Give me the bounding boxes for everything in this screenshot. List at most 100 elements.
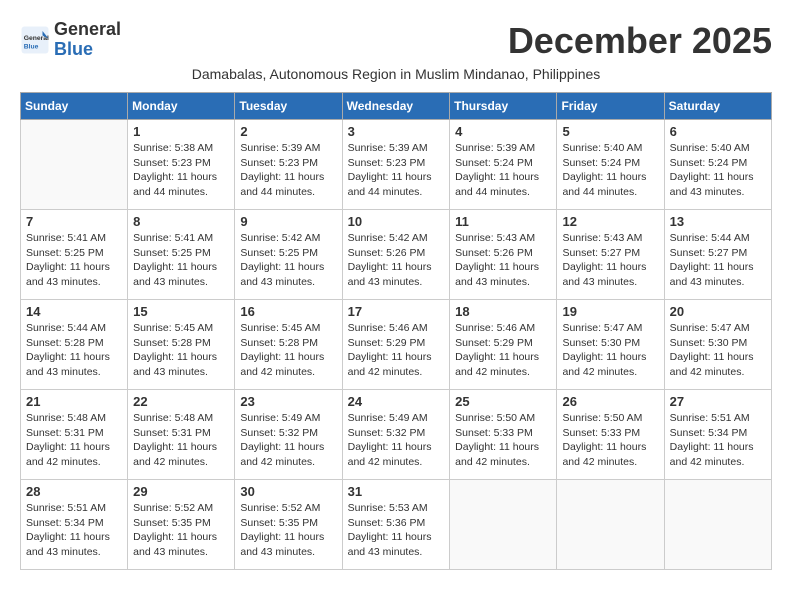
calendar-cell: 15Sunrise: 5:45 AMSunset: 5:28 PMDayligh… bbox=[128, 300, 235, 390]
day-number: 26 bbox=[562, 394, 658, 409]
calendar-cell: 2 Sunrise: 5:39 AMSunset: 5:23 PMDaylight… bbox=[235, 120, 342, 210]
day-number: 8 bbox=[133, 214, 229, 229]
day-number: 24 bbox=[348, 394, 445, 409]
week-row-3: 14Sunrise: 5:44 AMSunset: 5:28 PMDayligh… bbox=[21, 300, 772, 390]
day-number: 25 bbox=[455, 394, 551, 409]
calendar-cell: 5 Sunrise: 5:40 AMSunset: 5:24 PMDaylight… bbox=[557, 120, 664, 210]
day-number: 10 bbox=[348, 214, 445, 229]
calendar: SundayMondayTuesdayWednesdayThursdayFrid… bbox=[20, 92, 772, 570]
logo-blue-text: Blue bbox=[54, 39, 93, 59]
calendar-cell: 10 Sunrise: 5:42 AMSunset: 5:26 PMDayligh… bbox=[342, 210, 450, 300]
calendar-cell bbox=[557, 480, 664, 570]
weekday-header-monday: Monday bbox=[128, 93, 235, 120]
day-info: Sunrise: 5:38 AMSunset: 5:23 PMDaylight:… bbox=[133, 141, 229, 200]
logo-icon: General Blue bbox=[20, 25, 50, 55]
day-number: 7 bbox=[26, 214, 122, 229]
calendar-cell: 16 Sunrise: 5:45 AMSunset: 5:28 PMDayligh… bbox=[235, 300, 342, 390]
week-row-1: 1 Sunrise: 5:38 AMSunset: 5:23 PMDaylight… bbox=[21, 120, 772, 210]
day-number: 23 bbox=[240, 394, 336, 409]
calendar-cell: 6 Sunrise: 5:40 AMSunset: 5:24 PMDaylight… bbox=[664, 120, 771, 210]
day-info: Sunrise: 5:46 AMSunset: 5:29 PMDaylight:… bbox=[348, 321, 445, 380]
day-number: 11 bbox=[455, 214, 551, 229]
day-number: 6 bbox=[670, 124, 766, 139]
calendar-cell: 31Sunrise: 5:53 AMSunset: 5:36 PMDayligh… bbox=[342, 480, 450, 570]
day-number: 1 bbox=[133, 124, 229, 139]
day-number: 30 bbox=[240, 484, 336, 499]
day-number: 19 bbox=[562, 304, 658, 319]
day-number: 27 bbox=[670, 394, 766, 409]
day-info: Sunrise: 5:50 AMSunset: 5:33 PMDaylight:… bbox=[562, 411, 658, 470]
day-info: Sunrise: 5:39 AMSunset: 5:24 PMDaylight:… bbox=[455, 141, 551, 200]
calendar-cell: 4 Sunrise: 5:39 AMSunset: 5:24 PMDaylight… bbox=[450, 120, 557, 210]
logo-general-text: General bbox=[54, 19, 121, 39]
day-info: Sunrise: 5:41 AMSunset: 5:25 PMDaylight:… bbox=[26, 231, 122, 290]
weekday-header-thursday: Thursday bbox=[450, 93, 557, 120]
day-number: 5 bbox=[562, 124, 658, 139]
day-info: Sunrise: 5:52 AMSunset: 5:35 PMDaylight:… bbox=[240, 501, 336, 560]
calendar-cell bbox=[21, 120, 128, 210]
weekday-header-tuesday: Tuesday bbox=[235, 93, 342, 120]
day-info: Sunrise: 5:44 AMSunset: 5:27 PMDaylight:… bbox=[670, 231, 766, 290]
calendar-cell: 18Sunrise: 5:46 AMSunset: 5:29 PMDayligh… bbox=[450, 300, 557, 390]
calendar-cell: 30 Sunrise: 5:52 AMSunset: 5:35 PMDayligh… bbox=[235, 480, 342, 570]
day-number: 9 bbox=[240, 214, 336, 229]
calendar-cell: 9Sunrise: 5:42 AMSunset: 5:25 PMDaylight… bbox=[235, 210, 342, 300]
day-info: Sunrise: 5:41 AMSunset: 5:25 PMDaylight:… bbox=[133, 231, 229, 290]
weekday-header-sunday: Sunday bbox=[21, 93, 128, 120]
week-row-4: 21 Sunrise: 5:48 AMSunset: 5:31 PMDayligh… bbox=[21, 390, 772, 480]
day-info: Sunrise: 5:39 AMSunset: 5:23 PMDaylight:… bbox=[240, 141, 336, 200]
calendar-cell: 22 Sunrise: 5:48 AMSunset: 5:31 PMDayligh… bbox=[128, 390, 235, 480]
day-number: 16 bbox=[240, 304, 336, 319]
day-info: Sunrise: 5:47 AMSunset: 5:30 PMDaylight:… bbox=[562, 321, 658, 380]
day-info: Sunrise: 5:51 AMSunset: 5:34 PMDaylight:… bbox=[26, 501, 122, 560]
calendar-cell: 8 Sunrise: 5:41 AMSunset: 5:25 PMDaylight… bbox=[128, 210, 235, 300]
calendar-cell: 11 Sunrise: 5:43 AMSunset: 5:26 PMDayligh… bbox=[450, 210, 557, 300]
day-info: Sunrise: 5:45 AMSunset: 5:28 PMDaylight:… bbox=[240, 321, 336, 380]
calendar-cell: 23 Sunrise: 5:49 AMSunset: 5:32 PMDayligh… bbox=[235, 390, 342, 480]
day-info: Sunrise: 5:40 AMSunset: 5:24 PMDaylight:… bbox=[670, 141, 766, 200]
day-number: 28 bbox=[26, 484, 122, 499]
calendar-cell: 26 Sunrise: 5:50 AMSunset: 5:33 PMDayligh… bbox=[557, 390, 664, 480]
calendar-cell: 27 Sunrise: 5:51 AMSunset: 5:34 PMDayligh… bbox=[664, 390, 771, 480]
day-info: Sunrise: 5:50 AMSunset: 5:33 PMDaylight:… bbox=[455, 411, 551, 470]
calendar-cell: 29Sunrise: 5:52 AMSunset: 5:35 PMDayligh… bbox=[128, 480, 235, 570]
month-title: December 2025 bbox=[508, 20, 772, 62]
day-number: 2 bbox=[240, 124, 336, 139]
logo: General Blue General Blue bbox=[20, 20, 121, 60]
day-info: Sunrise: 5:43 AMSunset: 5:26 PMDaylight:… bbox=[455, 231, 551, 290]
day-info: Sunrise: 5:40 AMSunset: 5:24 PMDaylight:… bbox=[562, 141, 658, 200]
calendar-cell: 1 Sunrise: 5:38 AMSunset: 5:23 PMDaylight… bbox=[128, 120, 235, 210]
calendar-cell: 25 Sunrise: 5:50 AMSunset: 5:33 PMDayligh… bbox=[450, 390, 557, 480]
svg-text:Blue: Blue bbox=[24, 43, 39, 50]
day-number: 3 bbox=[348, 124, 445, 139]
day-number: 21 bbox=[26, 394, 122, 409]
calendar-cell: 13 Sunrise: 5:44 AMSunset: 5:27 PMDayligh… bbox=[664, 210, 771, 300]
day-info: Sunrise: 5:48 AMSunset: 5:31 PMDaylight:… bbox=[26, 411, 122, 470]
calendar-cell: 19 Sunrise: 5:47 AMSunset: 5:30 PMDayligh… bbox=[557, 300, 664, 390]
day-info: Sunrise: 5:48 AMSunset: 5:31 PMDaylight:… bbox=[133, 411, 229, 470]
day-info: Sunrise: 5:42 AMSunset: 5:26 PMDaylight:… bbox=[348, 231, 445, 290]
calendar-cell: 17 Sunrise: 5:46 AMSunset: 5:29 PMDayligh… bbox=[342, 300, 450, 390]
day-info: Sunrise: 5:43 AMSunset: 5:27 PMDaylight:… bbox=[562, 231, 658, 290]
day-number: 12 bbox=[562, 214, 658, 229]
day-number: 20 bbox=[670, 304, 766, 319]
weekday-header-friday: Friday bbox=[557, 93, 664, 120]
day-info: Sunrise: 5:51 AMSunset: 5:34 PMDaylight:… bbox=[670, 411, 766, 470]
day-info: Sunrise: 5:45 AMSunset: 5:28 PMDaylight:… bbox=[133, 321, 229, 380]
calendar-cell: 20Sunrise: 5:47 AMSunset: 5:30 PMDayligh… bbox=[664, 300, 771, 390]
day-info: Sunrise: 5:52 AMSunset: 5:35 PMDaylight:… bbox=[133, 501, 229, 560]
day-info: Sunrise: 5:53 AMSunset: 5:36 PMDaylight:… bbox=[348, 501, 445, 560]
calendar-cell: 12 Sunrise: 5:43 AMSunset: 5:27 PMDayligh… bbox=[557, 210, 664, 300]
calendar-cell bbox=[450, 480, 557, 570]
week-row-5: 28 Sunrise: 5:51 AMSunset: 5:34 PMDayligh… bbox=[21, 480, 772, 570]
day-number: 14 bbox=[26, 304, 122, 319]
weekday-header-saturday: Saturday bbox=[664, 93, 771, 120]
day-number: 22 bbox=[133, 394, 229, 409]
day-number: 4 bbox=[455, 124, 551, 139]
day-number: 17 bbox=[348, 304, 445, 319]
day-info: Sunrise: 5:49 AMSunset: 5:32 PMDaylight:… bbox=[240, 411, 336, 470]
calendar-cell: 21 Sunrise: 5:48 AMSunset: 5:31 PMDayligh… bbox=[21, 390, 128, 480]
day-number: 18 bbox=[455, 304, 551, 319]
day-number: 13 bbox=[670, 214, 766, 229]
weekday-header-wednesday: Wednesday bbox=[342, 93, 450, 120]
